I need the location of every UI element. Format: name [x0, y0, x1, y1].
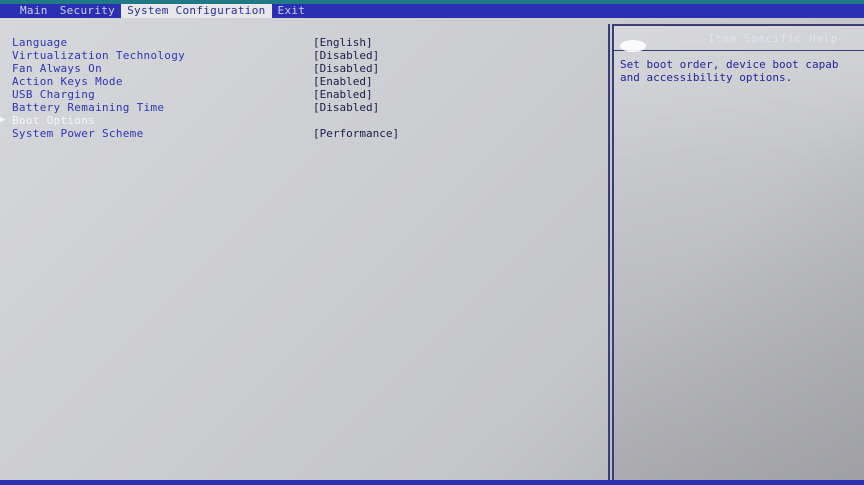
help-text-line: and accessibility options.	[620, 71, 793, 84]
setting-battery-remaining-time[interactable]: Battery Remaining Time [Disabled]	[12, 101, 602, 114]
help-divider	[614, 50, 864, 51]
setting-action-keys-mode[interactable]: Action Keys Mode [Enabled]	[12, 75, 602, 88]
setting-value[interactable]: [Enabled]	[313, 88, 373, 101]
bios-menubar: Main Security System Configuration Exit	[0, 4, 864, 18]
menu-tab-system-configuration[interactable]: System Configuration	[121, 4, 272, 18]
setting-virtualization-technology[interactable]: Virtualization Technology [Disabled]	[12, 49, 602, 62]
setting-fan-always-on[interactable]: Fan Always On [Disabled]	[12, 62, 602, 75]
setting-label: Fan Always On	[12, 62, 102, 75]
triangle-right-icon: ▶	[0, 115, 6, 125]
setting-label: Virtualization Technology	[12, 49, 186, 62]
setting-language[interactable]: Language [English]	[12, 36, 602, 49]
setting-label: Language	[12, 36, 68, 49]
help-text: Set boot order, device boot capab and ac…	[620, 58, 864, 84]
help-title: Item Specific Help	[707, 32, 838, 45]
help-panel: Item Specific Help Set boot order, devic…	[612, 24, 864, 484]
setting-usb-charging[interactable]: USB Charging [Enabled]	[12, 88, 602, 101]
menu-tab-main[interactable]: Main	[0, 4, 54, 18]
menu-tab-security[interactable]: Security	[54, 4, 121, 18]
help-text-line: Set boot order, device boot capab	[620, 58, 839, 71]
settings-list: Language [English] Virtualization Techno…	[0, 36, 602, 140]
setting-label: Battery Remaining Time	[12, 101, 165, 114]
setting-value[interactable]: [English]	[313, 36, 373, 49]
settings-panel: Language [English] Virtualization Techno…	[0, 24, 610, 482]
setting-label: System Power Scheme	[12, 127, 144, 140]
screen-glare	[620, 40, 646, 52]
setting-boot-options[interactable]: ▶ Boot Options	[0, 114, 602, 127]
setting-label: Boot Options	[12, 114, 96, 127]
setting-value[interactable]: [Performance]	[313, 127, 399, 140]
setting-label: USB Charging	[12, 88, 96, 101]
menu-tab-exit[interactable]: Exit	[272, 4, 312, 18]
bios-screen: Language [English] Virtualization Techno…	[0, 18, 864, 485]
setting-value[interactable]: [Disabled]	[313, 62, 379, 75]
setting-system-power-scheme[interactable]: System Power Scheme [Performance]	[12, 127, 602, 140]
setting-label: Action Keys Mode	[12, 75, 123, 88]
setting-value[interactable]: [Enabled]	[313, 75, 373, 88]
setting-value[interactable]: [Disabled]	[313, 49, 379, 62]
setting-value[interactable]: [Disabled]	[313, 101, 379, 114]
bios-footer	[0, 480, 864, 485]
